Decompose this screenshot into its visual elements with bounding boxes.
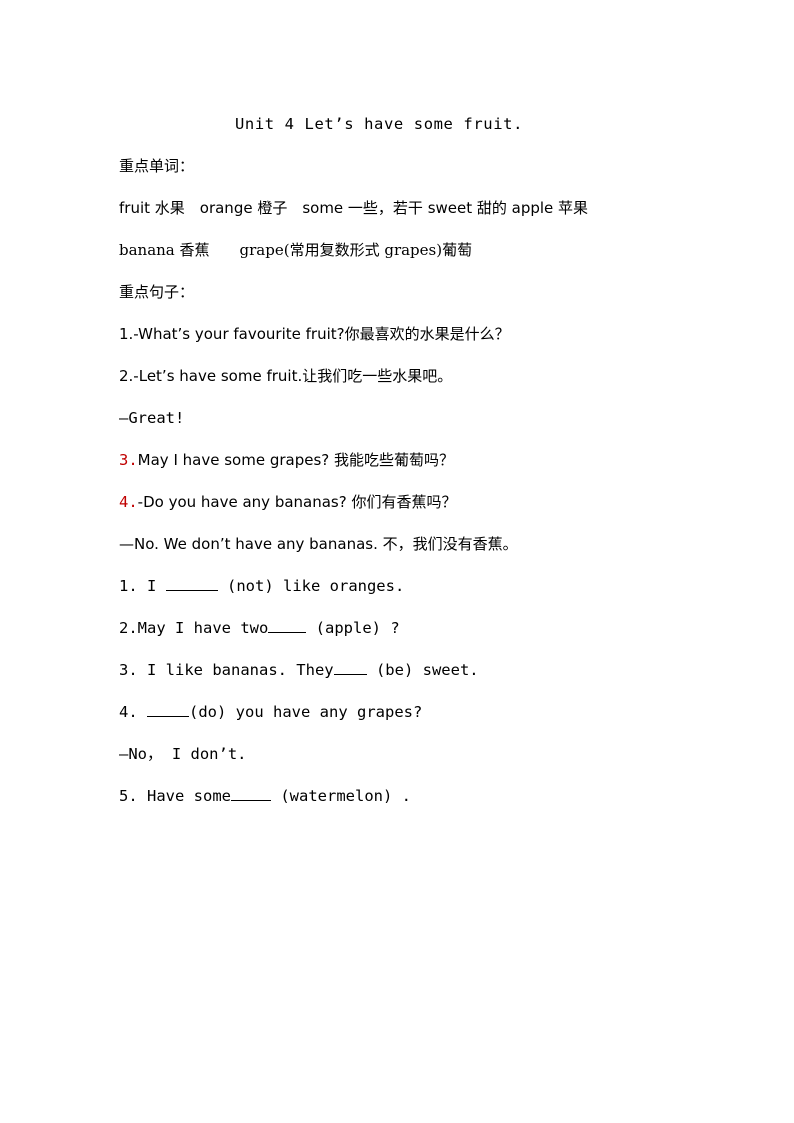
exercise-item-1: 1. I (not) like oranges. bbox=[119, 565, 685, 607]
exercise-1-number: 1. bbox=[119, 577, 138, 595]
exercise-2-number: 2. bbox=[119, 619, 138, 637]
exercise-2-blank[interactable] bbox=[268, 618, 307, 633]
exercise-1-blank[interactable] bbox=[165, 576, 218, 591]
key-sentence-3-text: May I have some grapes? 我能吃些葡萄吗？ bbox=[137, 451, 454, 469]
key-sentence-4-text: -Do you have any bananas? 你们有香蕉吗？ bbox=[137, 493, 457, 511]
exercise-5-number: 5. bbox=[119, 787, 138, 805]
exercise-1-prefix: I bbox=[137, 577, 166, 595]
exercise-item-4-reply: —No， I don’t. bbox=[119, 745, 247, 763]
key-sentence-4-reply: —No. We don’t have any bananas. 不，我们没有香蕉… bbox=[119, 535, 518, 553]
key-sentence-1: 1.-What’s your favourite fruit?你最喜欢的水果是什… bbox=[119, 325, 510, 343]
exercise-5-suffix: (watermelon) . bbox=[271, 787, 411, 805]
document-body: Unit 4 Let’s have some fruit. 重点单词： frui… bbox=[119, 103, 685, 817]
exercise-item-2: 2.May I have two (apple) ? bbox=[119, 607, 685, 649]
exercise-3-number: 3. bbox=[119, 661, 138, 679]
key-sentence-3: 3.May I have some grapes? 我能吃些葡萄吗？ bbox=[119, 439, 685, 481]
key-sentence-4: 4.-Do you have any bananas? 你们有香蕉吗？ bbox=[119, 481, 685, 523]
exercise-4-number: 4. bbox=[119, 703, 138, 721]
key-sentence-2-reply: —Great! bbox=[119, 409, 185, 427]
vocabulary-line-2: banana 香蕉 grape(常用复数形式 grapes)葡萄 bbox=[119, 241, 473, 259]
sentences-heading: 重点句子： bbox=[119, 283, 195, 301]
exercise-2-suffix: (apple) ? bbox=[306, 619, 400, 637]
exercise-item-5: 5. Have some (watermelon) . bbox=[119, 775, 685, 817]
exercise-4-blank[interactable] bbox=[147, 702, 190, 717]
exercise-item-3: 3. I like bananas. They (be) sweet. bbox=[119, 649, 685, 691]
vocabulary-heading: 重点单词： bbox=[119, 157, 195, 175]
exercise-4-suffix: (do) you have any grapes? bbox=[189, 703, 423, 721]
key-sentence-3-marker: 3. bbox=[119, 451, 138, 469]
exercise-5-prefix: Have some bbox=[137, 787, 231, 805]
page-title: Unit 4 Let’s have some fruit. bbox=[234, 115, 524, 133]
key-sentence-2: 2.-Let’s have some fruit.让我们吃一些水果吧。 bbox=[119, 367, 453, 385]
document-page: Unit 4 Let’s have some fruit. 重点单词： frui… bbox=[0, 0, 794, 1123]
exercise-4-prefix bbox=[138, 703, 147, 721]
exercise-2-prefix: May I have two bbox=[137, 619, 269, 637]
exercise-3-blank[interactable] bbox=[333, 660, 367, 675]
vocabulary-line-1: fruit 水果 orange 橙子 some 一些，若干 sweet 甜的 a… bbox=[119, 199, 589, 217]
key-sentence-4-marker: 4. bbox=[119, 493, 138, 511]
exercise-item-4: 4. (do) you have any grapes? bbox=[119, 691, 685, 733]
exercise-5-blank[interactable] bbox=[231, 786, 271, 801]
exercise-3-prefix: I like bananas. They bbox=[137, 661, 334, 679]
exercise-1-suffix: (not) like oranges. bbox=[217, 577, 405, 595]
exercise-3-suffix: (be) sweet. bbox=[366, 661, 479, 679]
